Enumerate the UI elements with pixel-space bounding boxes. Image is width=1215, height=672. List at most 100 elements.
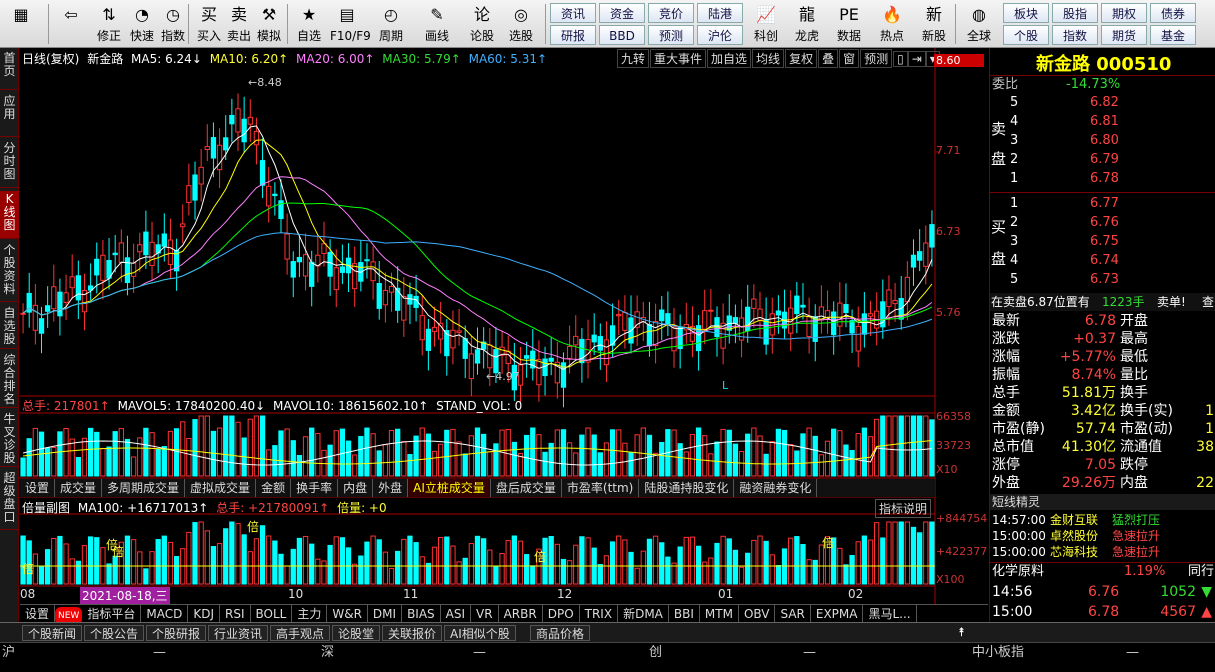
- indicator-tab[interactable]: RSI: [220, 605, 251, 623]
- volume-tab[interactable]: 外盘: [373, 479, 409, 497]
- bottom-tab[interactable]: 个股公告: [84, 625, 145, 641]
- back-button[interactable]: ⇦: [54, 2, 88, 46]
- grid-button[interactable]: 板块: [1003, 3, 1049, 23]
- indicator-tab[interactable]: 黑马L...: [863, 605, 917, 623]
- chart-menu-item[interactable]: 叠: [818, 49, 839, 68]
- volume-tab[interactable]: 陆股通持股变化: [639, 479, 735, 497]
- indicator-tab[interactable]: DMI: [368, 605, 403, 623]
- indicator-tab[interactable]: OBV: [739, 605, 776, 623]
- hot-button[interactable]: 🔥 热点: [873, 2, 911, 46]
- indicator-tab[interactable]: SAR: [775, 605, 811, 623]
- left-tab[interactable]: 自选股: [0, 305, 19, 349]
- indicator-tab[interactable]: MTM: [700, 605, 739, 623]
- fairy-row[interactable]: 14:57:00 金财互联 猛烈打压: [990, 512, 1215, 528]
- buy-level[interactable]: 2 6.76: [990, 214, 1215, 232]
- scroll-top-icon[interactable]: ⯭: [958, 625, 965, 640]
- left-tab[interactable]: 综合排名: [0, 352, 19, 408]
- chart-menu-item[interactable]: 均线: [752, 49, 785, 68]
- grid-button[interactable]: 资金: [599, 3, 645, 23]
- industry-row[interactable]: 化学原料 1.19% 同行: [990, 562, 1215, 580]
- kline-chart-area[interactable]: 日线(复权) 新金路 MA5: 6.24↓ MA10: 6.20↑ MA20: …: [20, 48, 988, 604]
- sh-index[interactable]: 沪: [2, 643, 15, 663]
- bottom-tab[interactable]: 行业资讯: [208, 625, 269, 641]
- grid-button[interactable]: 预测: [648, 25, 694, 45]
- volume-tab[interactable]: 金额: [256, 479, 292, 497]
- grid-button[interactable]: 指数: [1052, 25, 1098, 45]
- grid-button[interactable]: BBD: [599, 25, 645, 45]
- chart-menu-item[interactable]: 窗: [839, 49, 860, 68]
- sell-button[interactable]: 卖卖出: [222, 2, 256, 46]
- chart-menu-item[interactable]: 九转: [617, 49, 650, 68]
- new-stock-button[interactable]: 新新股: [915, 2, 953, 46]
- indicator-tab[interactable]: KDJ: [188, 605, 220, 623]
- buy-level[interactable]: 1 6.77: [990, 195, 1215, 213]
- fairy-row[interactable]: 15:00:00 卓然股份 急速拉升: [990, 528, 1215, 544]
- indicator-tab[interactable]: 设置: [20, 605, 56, 623]
- indicator-tab[interactable]: ARBR: [499, 605, 543, 623]
- lock-icon[interactable]: ▯: [893, 51, 908, 67]
- global-button[interactable]: ◍ 全球: [960, 2, 998, 46]
- left-tab[interactable]: 应用: [0, 93, 19, 137]
- grid-button[interactable]: 沪伦: [697, 25, 743, 45]
- kline-chart-svg[interactable]: [20, 48, 988, 604]
- chart-menu-item[interactable]: 重大事件: [650, 49, 707, 68]
- grid-button[interactable]: 期权: [1101, 3, 1147, 23]
- period-button[interactable]: ◴ 周期: [374, 2, 408, 46]
- indicator-tab[interactable]: 新DMA: [618, 605, 669, 623]
- cy-index[interactable]: 创: [649, 643, 662, 663]
- bottom-tab[interactable]: 关联报价: [382, 625, 443, 641]
- bottom-tab[interactable]: 高手观点: [270, 625, 331, 641]
- grid-button[interactable]: 个股: [1003, 25, 1049, 45]
- volume-tab[interactable]: 成交量: [55, 479, 103, 497]
- indicator-tab[interactable]: BBI: [669, 605, 700, 623]
- zx-index[interactable]: 中小板指: [972, 643, 1024, 663]
- discuss-button[interactable]: 论论股: [465, 2, 499, 46]
- chart-menu-item[interactable]: 预测: [860, 49, 893, 68]
- buy-level[interactable]: 3 6.75: [990, 233, 1215, 251]
- longhu-button[interactable]: 龍龙虎: [788, 2, 826, 46]
- indicator-tab[interactable]: BOLL: [251, 605, 293, 623]
- grid-button[interactable]: 基金: [1150, 25, 1196, 45]
- volume-tab[interactable]: 设置: [20, 479, 56, 497]
- indicator-tab[interactable]: MACD: [141, 605, 189, 623]
- sell-level[interactable]: 2 6.79: [990, 151, 1215, 169]
- volume-tab[interactable]: 内盘: [338, 479, 374, 497]
- indicator-tab[interactable]: VR: [471, 605, 499, 623]
- fairy-row[interactable]: 15:00:00 芯海科技 急速拉升: [990, 544, 1215, 560]
- left-tab[interactable]: 分时图: [0, 140, 19, 188]
- data-button[interactable]: PE 数据: [830, 2, 868, 46]
- simulate-button[interactable]: ⚒ 模拟: [252, 2, 286, 46]
- index-button[interactable]: ◷ 指数: [156, 2, 190, 46]
- volume-tab[interactable]: 多周期成交量: [102, 479, 186, 497]
- indicator-explain-button[interactable]: 指标说明: [875, 499, 932, 518]
- indicator-tab[interactable]: W&R: [327, 605, 368, 623]
- grid-button[interactable]: 陆港: [697, 3, 743, 23]
- grid-button[interactable]: 研报: [550, 25, 596, 45]
- grid-button[interactable]: 股指: [1052, 3, 1098, 23]
- indicator-tab[interactable]: BIAS: [402, 605, 441, 623]
- kechuang-button[interactable]: 📈 科创: [747, 2, 785, 46]
- f10-button[interactable]: ▤ F10/F9: [330, 2, 371, 46]
- volume-tab[interactable]: 换手率: [291, 479, 339, 497]
- bottom-tab[interactable]: 论股堂: [332, 625, 381, 641]
- buy-level[interactable]: 5 6.73: [990, 271, 1215, 289]
- sell-level[interactable]: 1 6.78: [990, 170, 1215, 188]
- pin-icon[interactable]: ⇥: [907, 51, 926, 67]
- start-menu-button[interactable]: ▦: [4, 2, 38, 46]
- left-tab[interactable]: 牛叉诊股: [0, 411, 19, 467]
- indicator-tab[interactable]: EXPMA: [811, 605, 864, 623]
- indicator-tab[interactable]: DPO: [543, 605, 580, 623]
- sell-level[interactable]: 5 6.82: [990, 94, 1215, 112]
- chart-menu-item[interactable]: 复权: [785, 49, 818, 68]
- watchlist-button[interactable]: ★ 自选: [292, 2, 326, 46]
- bottom-tab[interactable]: 商品价格: [530, 625, 591, 641]
- bottom-tab[interactable]: 个股新闻: [22, 625, 83, 641]
- volume-tab[interactable]: 盘后成交量: [491, 479, 562, 497]
- volume-tab[interactable]: 融资融券变化: [734, 479, 818, 497]
- draw-button[interactable]: ✎ 画线: [420, 2, 454, 46]
- select-stock-button[interactable]: ◎ 选股: [504, 2, 538, 46]
- sell-level[interactable]: 3 6.80: [990, 132, 1215, 150]
- chart-menu-item[interactable]: 加自选: [707, 49, 752, 68]
- volume-tab[interactable]: 市盈率(ttm): [562, 479, 640, 497]
- edit-button[interactable]: ⇅ 修正: [92, 2, 126, 46]
